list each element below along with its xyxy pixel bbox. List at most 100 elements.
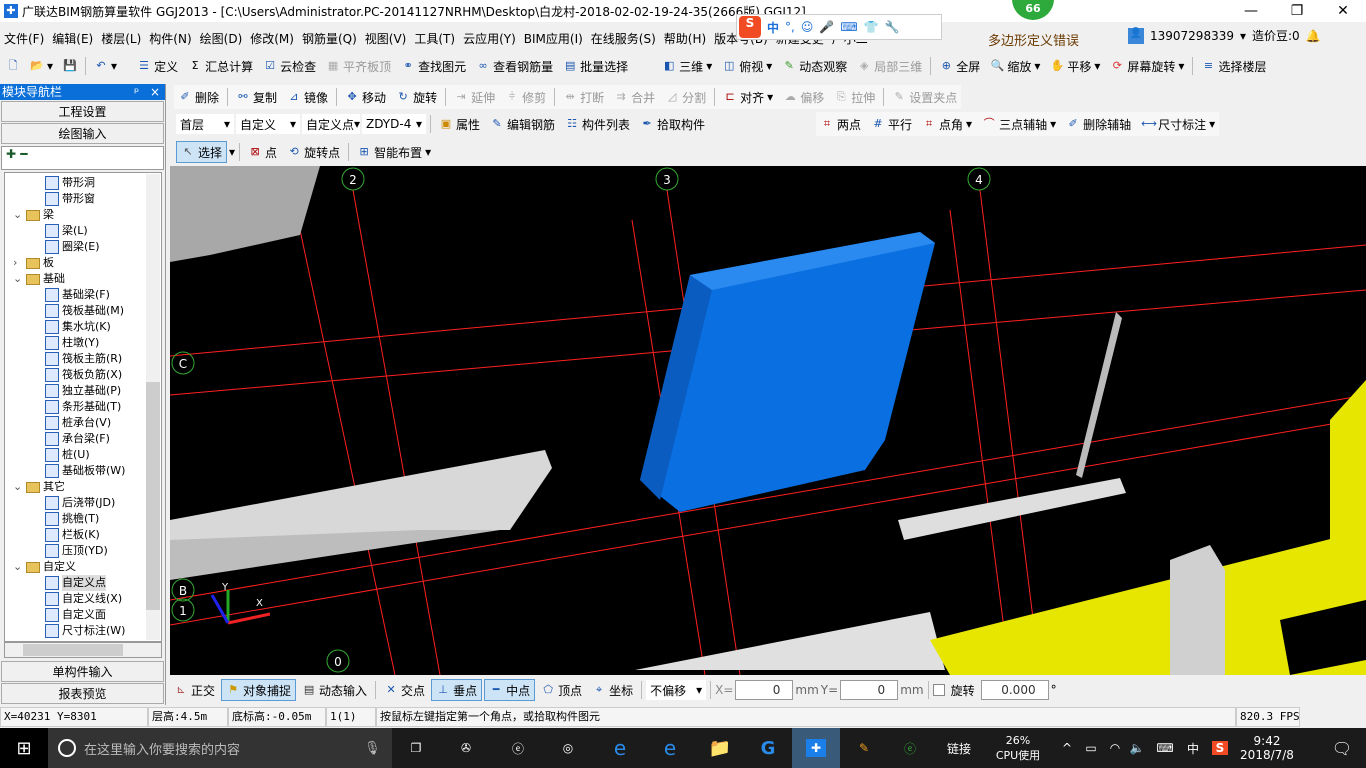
rotate-input[interactable]: 0.000 xyxy=(980,680,1049,700)
midpoint-snap-button[interactable]: ━ 中点 xyxy=(484,679,536,701)
alert-text[interactable]: 多边形定义错误 xyxy=(988,30,1079,49)
tree-folder[interactable]: ⌄ 自定义 xyxy=(13,559,76,575)
chevron-right-icon[interactable]: › xyxy=(13,255,23,271)
move-button[interactable]: ✥ 移动 xyxy=(341,86,390,108)
tree-item[interactable]: 筏板主筋(R) xyxy=(45,351,122,367)
menu-edit[interactable]: 编辑(E) xyxy=(48,30,97,47)
ggj-app-icon[interactable]: ✚ xyxy=(792,728,840,768)
merge-button[interactable]: ⇉ 合并 xyxy=(610,86,659,108)
pick-component-button[interactable]: ✒ 拾取构件 xyxy=(636,113,709,135)
ie-icon[interactable]: ⓔ xyxy=(494,728,542,768)
3d-button[interactable]: ◧ 三维 ▾ xyxy=(658,55,716,77)
subtype-select[interactable]: 自定义点 ▾ xyxy=(302,114,360,134)
intersection-snap-button[interactable]: ✕ 交点 xyxy=(380,679,429,701)
batch-select-button[interactable]: ▤ 批量选择 xyxy=(559,55,632,77)
dimension-button[interactable]: ⟷ 尺寸标注 ▾ xyxy=(1137,113,1219,135)
point-angle-axis-button[interactable]: ⌗ 点角 ▾ xyxy=(918,113,976,135)
close-icon[interactable]: × xyxy=(150,84,160,100)
tree-item[interactable]: 集水坑(K) xyxy=(45,319,111,335)
y-input[interactable]: 0 xyxy=(840,680,899,700)
tree-item[interactable]: 尺寸标注(W) xyxy=(45,623,125,639)
menu-cloud[interactable]: 云应用(Y) xyxy=(459,30,520,47)
tree-item[interactable]: 筏板基础(M) xyxy=(45,303,124,319)
menu-file[interactable]: 文件(F) xyxy=(0,30,48,47)
tree-item[interactable]: 后浇带(JD) xyxy=(45,495,115,511)
define-button[interactable]: ☰ 定义 xyxy=(133,55,182,77)
view-rebar-button[interactable]: ∞ 查看钢筋量 xyxy=(472,55,557,77)
summarize-button[interactable]: Σ 汇总计算 xyxy=(184,55,257,77)
smart-layout-button[interactable]: ⊞ 智能布置 ▾ xyxy=(353,141,435,163)
split-button[interactable]: ◿ 分割 xyxy=(661,86,710,108)
tree-item[interactable]: 独立基础(P) xyxy=(45,383,121,399)
undo-button[interactable]: ↶ ▾ xyxy=(90,55,121,77)
scene[interactable]: 2 3 4 C B 1 0 Y X xyxy=(170,166,1366,675)
ime-lang[interactable]: 中 xyxy=(767,19,779,36)
edge-icon[interactable]: e xyxy=(596,728,644,768)
links-toolbar[interactable]: 链接 xyxy=(938,728,980,768)
ime-indicator[interactable]: 中 xyxy=(1182,728,1204,768)
mic-icon[interactable]: 🎤 xyxy=(819,20,834,34)
object-snap-button[interactable]: ⚑ 对象捕捉 xyxy=(221,679,297,701)
copy-button[interactable]: ⚯ 复制 xyxy=(232,86,281,108)
tree-vscrollbar[interactable] xyxy=(146,174,160,640)
mic-icon[interactable]: 🎙 xyxy=(364,741,381,756)
menu-bim[interactable]: BIM应用(I) xyxy=(520,30,587,47)
top-view-button[interactable]: ◫ 俯视 ▾ xyxy=(718,55,776,77)
shirt-icon[interactable]: 👕 xyxy=(864,20,879,34)
menu-floor[interactable]: 楼层(L) xyxy=(97,30,145,47)
offset-select[interactable]: 不偏移 ▾ xyxy=(646,680,707,700)
tree-item[interactable]: 条形基础(T) xyxy=(45,399,121,415)
search-box[interactable]: 在这里输入你要搜索的内容 🎙 xyxy=(48,728,392,768)
new-file-button[interactable]: 🗋 xyxy=(2,55,24,77)
battery-icon[interactable]: ▭ xyxy=(1080,728,1102,768)
pan-button[interactable]: ✋ 平移 ▾ xyxy=(1046,55,1104,77)
tree-item[interactable]: 基础梁(F) xyxy=(45,287,110,303)
mirror-button[interactable]: ⊿ 镜像 xyxy=(283,86,332,108)
two-point-axis-button[interactable]: ⌗ 两点 xyxy=(816,113,865,135)
menu-rebar[interactable]: 钢筋量(Q) xyxy=(298,30,361,47)
offset-button[interactable]: ☁ 偏移 xyxy=(779,86,828,108)
rotate-checkbox[interactable] xyxy=(932,684,945,696)
extend-button[interactable]: ⇥ 延伸 xyxy=(450,86,499,108)
vertex-snap-button[interactable]: ⬠ 顶点 xyxy=(537,679,586,701)
clock[interactable]: 9:42 2018/7/8 xyxy=(1236,728,1298,768)
emoji-icon[interactable]: ☺ xyxy=(801,20,814,34)
notes-app-icon[interactable]: ✎ xyxy=(840,728,888,768)
chevron-down-icon[interactable]: ⌄ xyxy=(13,207,23,223)
tree-item[interactable]: 梁(L) xyxy=(45,223,88,239)
wrench-icon[interactable]: 🔧 xyxy=(885,20,900,34)
break-button[interactable]: ⇹ 打断 xyxy=(559,86,608,108)
ie-browser-icon[interactable]: e xyxy=(646,728,694,768)
type-select[interactable]: 自定义 ▾ xyxy=(236,114,300,134)
report-preview-tab[interactable]: 报表预览 xyxy=(1,683,164,704)
task-view-icon[interactable]: ❐ xyxy=(396,728,436,768)
fullscreen-button[interactable]: ⊕ 全屏 xyxy=(935,55,984,77)
close-button[interactable]: ✕ xyxy=(1320,0,1366,22)
orbit-button[interactable]: ✎ 动态观察 xyxy=(778,55,851,77)
menu-draw[interactable]: 绘图(D) xyxy=(196,30,247,47)
user-phone[interactable]: 13907298339 xyxy=(1150,29,1234,43)
tree-item[interactable]: 圈梁(E) xyxy=(45,239,100,255)
tree-item[interactable]: 桩(U) xyxy=(45,447,90,463)
select-floor-button[interactable]: ≡ 选择楼层 xyxy=(1197,55,1270,77)
wifi-icon[interactable]: ◠ xyxy=(1104,728,1126,768)
rotate-button[interactable]: ↻ 旋转 xyxy=(392,86,441,108)
file-explorer-icon[interactable]: 📁 xyxy=(696,728,744,768)
drawing-input-tab[interactable]: 绘图输入 xyxy=(1,123,164,144)
green-browser-icon[interactable]: ⓔ xyxy=(888,728,932,768)
tree-item[interactable]: 柱墩(Y) xyxy=(45,335,99,351)
tree-item[interactable]: 带形洞 xyxy=(45,175,95,191)
delete-axis-button[interactable]: ✐ 删除辅轴 xyxy=(1062,113,1135,135)
open-file-button[interactable]: 📂 ▾ xyxy=(26,55,57,77)
tree-item[interactable]: 栏板(K) xyxy=(45,527,100,543)
dynamic-input-button[interactable]: ▤ 动态输入 xyxy=(298,679,371,701)
menu-tools[interactable]: 工具(T) xyxy=(410,30,459,47)
properties-button[interactable]: ▣ 属性 xyxy=(435,113,484,135)
tree-item[interactable]: 筏板负筋(X) xyxy=(45,367,122,383)
chevron-down-icon[interactable]: ⌄ xyxy=(13,479,23,495)
collapse-all-icon[interactable]: ━ xyxy=(20,147,27,161)
component-list-button[interactable]: ☷ 构件列表 xyxy=(561,113,634,135)
tree-item[interactable]: 承台梁(F) xyxy=(45,431,110,447)
point-button[interactable]: ⊠ 点 xyxy=(244,141,281,163)
single-component-input-tab[interactable]: 单构件输入 xyxy=(1,661,164,682)
